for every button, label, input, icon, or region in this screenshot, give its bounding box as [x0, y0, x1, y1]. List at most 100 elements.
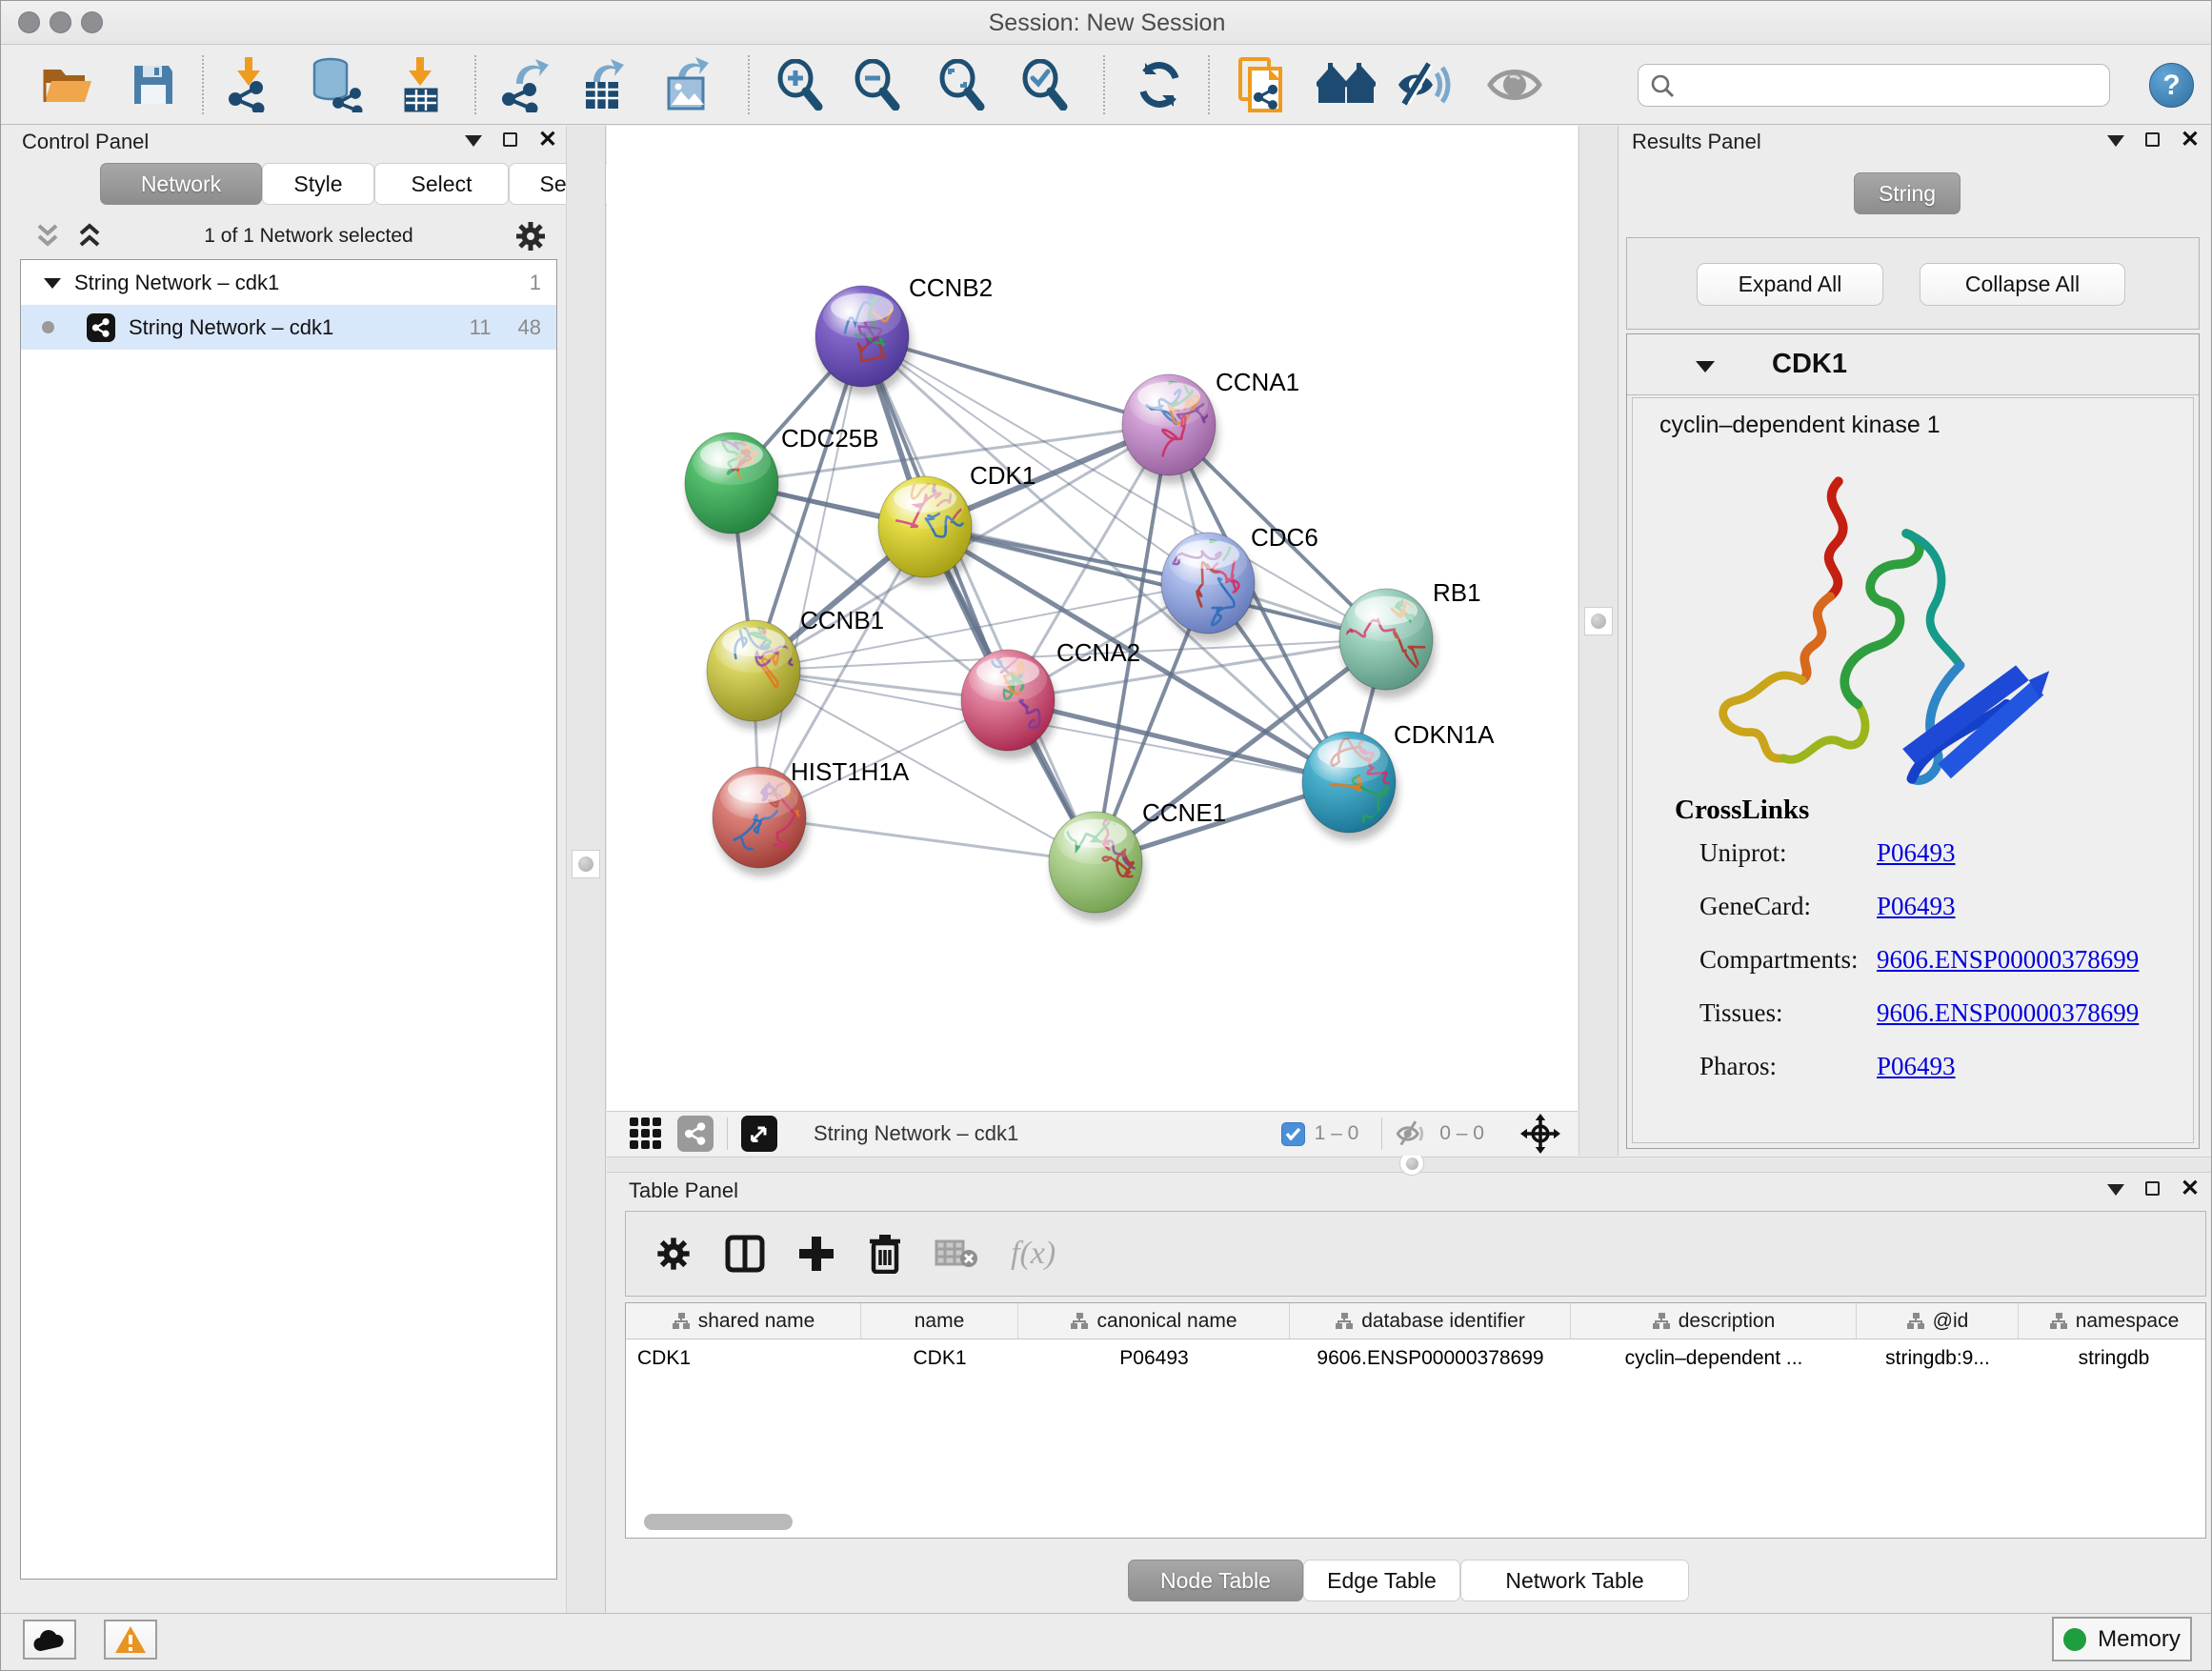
protein-section-header[interactable]: CDK1 [1627, 334, 2199, 395]
save-session-button[interactable] [124, 55, 183, 114]
show-hidden-button[interactable] [1485, 55, 1544, 114]
column-tree-icon [1070, 1312, 1089, 1331]
maximize-panel-icon[interactable] [2145, 132, 2160, 147]
tab-network-table[interactable]: Network Table [1460, 1560, 1689, 1601]
add-column-icon[interactable] [797, 1235, 835, 1273]
function-builder-icon[interactable]: f(x) [1011, 1236, 1056, 1272]
selected-checkbox[interactable] [1281, 1122, 1305, 1146]
collapse-all-button[interactable]: Collapse All [1920, 263, 2125, 306]
zoom-out-button[interactable] [848, 55, 907, 114]
zoom-selected-icon [1019, 59, 1071, 111]
horizontal-scrollbar-thumb[interactable] [644, 1514, 793, 1530]
right-splitter-grip[interactable] [1584, 607, 1613, 635]
crosslink-genecard-link[interactable]: P06493 [1877, 892, 1956, 921]
column-header[interactable]: canonical name [1018, 1303, 1290, 1339]
network-canvas[interactable]: CCNB2CCNA1CDC25BCDK1CDC6RB1CCNB1CCNA2CDK… [607, 126, 1578, 1111]
bottom-splitter[interactable] [607, 1157, 2212, 1173]
detach-view-icon[interactable] [741, 1116, 777, 1152]
column-header[interactable]: name [861, 1303, 1018, 1339]
open-session-button[interactable] [38, 55, 97, 114]
expand-all-button[interactable]: Expand All [1697, 263, 1883, 306]
import-network-file-button[interactable] [221, 55, 280, 114]
tab-string[interactable]: String [1854, 172, 1961, 214]
left-splitter-grip[interactable] [572, 850, 600, 878]
delete-table-icon[interactable] [935, 1238, 978, 1270]
birds-eye-icon[interactable] [1520, 1114, 1560, 1154]
close-panel-icon[interactable]: ✕ [2181, 132, 2200, 147]
memory-button[interactable]: Memory [2052, 1617, 2192, 1661]
node-table[interactable]: shared name name canonical name database… [625, 1302, 2206, 1539]
grid-view-icon[interactable] [628, 1116, 664, 1152]
tab-network[interactable]: Network [100, 163, 262, 205]
maximize-panel-icon[interactable] [503, 132, 517, 147]
column-tree-icon [1906, 1312, 1925, 1331]
column-header[interactable]: shared name [626, 1303, 861, 1339]
float-panel-icon[interactable] [2107, 135, 2124, 147]
control-panel-tabs: Network Style Select Sets [100, 163, 614, 205]
expand-all-icon[interactable] [75, 223, 104, 250]
left-splitter[interactable] [566, 126, 606, 1613]
string-home-button[interactable] [1317, 55, 1376, 114]
tab-style[interactable]: Style [262, 163, 374, 205]
refresh-view-button[interactable] [1130, 55, 1189, 114]
tab-select[interactable]: Select [374, 163, 509, 205]
collapse-all-icon[interactable] [33, 223, 62, 250]
column-header[interactable]: @id [1857, 1303, 2019, 1339]
tab-edge-table[interactable]: Edge Table [1303, 1560, 1460, 1601]
column-header[interactable]: description [1571, 1303, 1857, 1339]
maximize-panel-icon[interactable] [2145, 1181, 2160, 1196]
warnings-button[interactable] [104, 1620, 157, 1660]
memory-status-dot [2063, 1628, 2086, 1651]
tab-node-table[interactable]: Node Table [1128, 1560, 1303, 1601]
close-panel-icon[interactable]: ✕ [538, 132, 557, 147]
duplicate-network-button[interactable] [1232, 55, 1291, 114]
toolbar-separator [727, 1117, 728, 1150]
delete-column-icon[interactable] [868, 1234, 902, 1274]
network-tree: String Network – cdk1 1 String Network –… [20, 259, 557, 1580]
export-table-button[interactable] [575, 55, 634, 114]
column-header[interactable]: namespace [2019, 1303, 2206, 1339]
table-row[interactable]: CDK1 CDK1 P06493 9606.ENSP00000378699 cy… [626, 1339, 2205, 1378]
float-panel-icon[interactable] [2107, 1184, 2124, 1196]
zoom-fit-button[interactable] [933, 55, 992, 114]
zoom-in-icon [774, 59, 826, 111]
network-options-gear-icon[interactable] [513, 219, 548, 253]
cloud-status-button[interactable] [23, 1620, 76, 1660]
table-gear-icon[interactable] [654, 1235, 693, 1273]
cell-description[interactable]: cyclin–dependent ... [1571, 1339, 1857, 1378]
cell-id[interactable]: stringdb:9... [1857, 1339, 2019, 1378]
network-share-icon[interactable] [677, 1116, 714, 1152]
toolbar-separator [1103, 55, 1105, 114]
import-network-database-button[interactable] [307, 55, 366, 114]
tree-expander-icon[interactable] [44, 276, 61, 290]
column-header[interactable]: database identifier [1290, 1303, 1571, 1339]
houses-icon [1317, 63, 1376, 107]
crosslink-compartments-link[interactable]: 9606.ENSP00000378699 [1877, 945, 2139, 975]
export-image-button[interactable] [659, 55, 718, 114]
help-button[interactable]: ? [2149, 63, 2194, 108]
zoom-out-icon [852, 59, 903, 111]
cell-shared-name[interactable]: CDK1 [626, 1339, 861, 1378]
search-input[interactable] [1675, 73, 2098, 98]
cell-name[interactable]: CDK1 [861, 1339, 1018, 1378]
crosslink-pharos-link[interactable]: P06493 [1877, 1052, 1956, 1081]
export-table-icon [580, 57, 630, 112]
import-table-button[interactable] [391, 55, 450, 114]
right-splitter[interactable] [1579, 126, 1619, 1156]
crosslink-uniprot-link[interactable]: P06493 [1877, 838, 1956, 868]
select-columns-icon[interactable] [725, 1235, 765, 1273]
float-panel-icon[interactable] [465, 135, 482, 147]
crosslink-tissues-link[interactable]: 9606.ENSP00000378699 [1877, 998, 2139, 1028]
zoom-in-button[interactable] [771, 55, 830, 114]
cell-namespace[interactable]: stringdb [2019, 1339, 2206, 1378]
zoom-selected-button[interactable] [1016, 55, 1075, 114]
section-expander-icon[interactable] [1696, 359, 1715, 373]
close-panel-icon[interactable]: ✕ [2181, 1181, 2200, 1196]
network-collection-row[interactable]: String Network – cdk1 1 [21, 260, 556, 305]
hide-unhide-button[interactable] [1395, 55, 1454, 114]
string-network-graph[interactable]: CCNB2CCNA1CDC25BCDK1CDC6RB1CCNB1CCNA2CDK… [607, 126, 1578, 1111]
cell-database-identifier[interactable]: 9606.ENSP00000378699 [1290, 1339, 1571, 1378]
network-row-selected[interactable]: String Network – cdk1 11 48 [21, 305, 556, 350]
cell-canonical-name[interactable]: P06493 [1018, 1339, 1290, 1378]
export-network-button[interactable] [496, 55, 555, 114]
